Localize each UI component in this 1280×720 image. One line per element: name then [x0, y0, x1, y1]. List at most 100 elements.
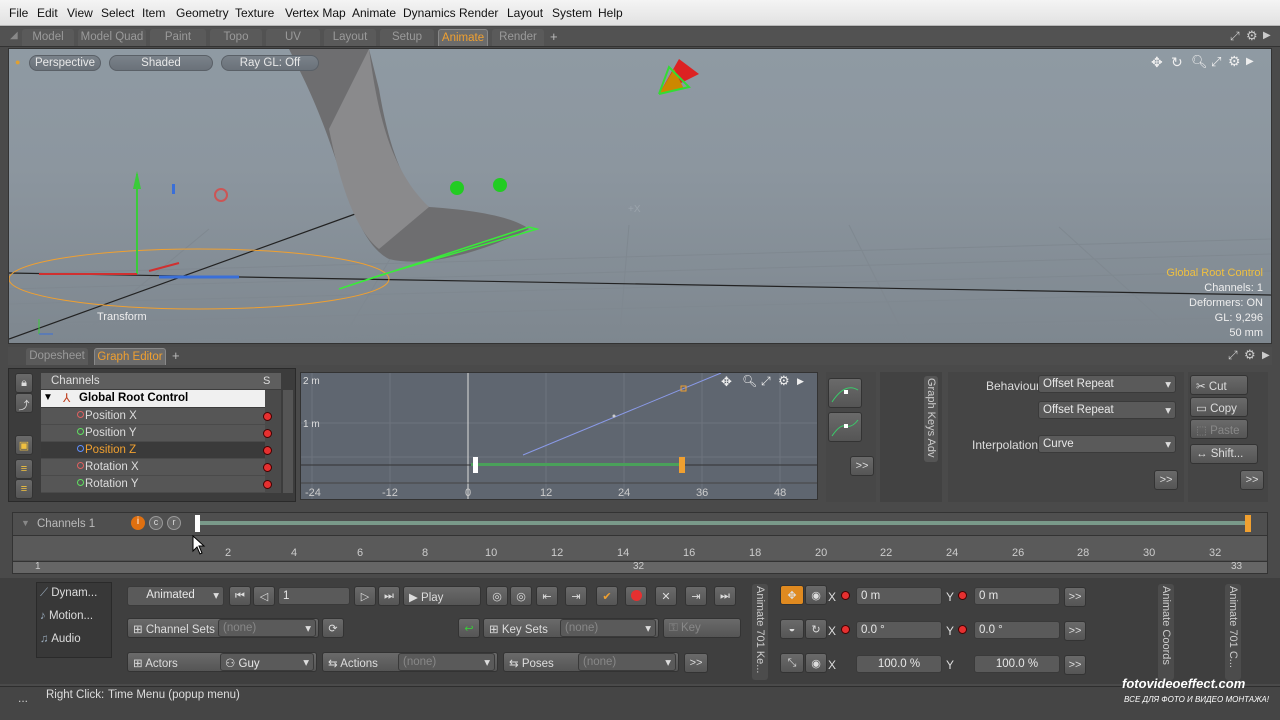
menu-help[interactable]: Help: [598, 6, 623, 20]
key-button[interactable]: ⚿ Key: [663, 618, 741, 638]
prev-frame-icon[interactable]: ◁: [253, 586, 275, 606]
rotate-view-icon[interactable]: ↻: [1171, 54, 1183, 71]
rotation-x-field[interactable]: 0.0 °: [856, 621, 942, 639]
tab-setup[interactable]: Setup: [380, 29, 434, 46]
scale-tool-icon[interactable]: ⤡: [780, 653, 804, 673]
delete-key-icon[interactable]: ✕: [655, 586, 677, 606]
raygl-toggle[interactable]: Ray GL: Off: [221, 55, 319, 71]
status-dots[interactable]: ...: [18, 691, 28, 705]
props-more-button[interactable]: >>: [1154, 470, 1178, 490]
key-indicator[interactable]: [263, 412, 272, 421]
tab-topo[interactable]: Topo: [210, 29, 262, 46]
end-key[interactable]: [1245, 515, 1251, 532]
rotation-tool-icon[interactable]: ◒: [780, 619, 804, 639]
menu-vertex-map[interactable]: Vertex Map: [285, 6, 346, 20]
dynamics-button[interactable]: ⟋ Dynam...: [40, 587, 97, 600]
poses-dropdown[interactable]: (none): [578, 653, 676, 671]
channels-scrollbar[interactable]: [283, 390, 293, 493]
menu-system[interactable]: System: [552, 6, 592, 20]
pos-more-button[interactable]: >>: [1064, 587, 1086, 607]
arrow-right-icon[interactable]: ▶: [1262, 350, 1270, 361]
next-frame-icon[interactable]: ▷: [354, 586, 376, 606]
key-indicator[interactable]: [263, 480, 272, 489]
viewport-gear-icon[interactable]: ⚙: [1228, 53, 1241, 70]
shading-dropdown[interactable]: Shaded: [109, 55, 213, 71]
viewport-menu-icon[interactable]: ●: [15, 57, 20, 67]
3d-viewport[interactable]: ● Perspective Shaded Ray GL: Off Transfo…: [8, 48, 1272, 344]
key-indicator[interactable]: [263, 463, 272, 472]
list-alt-icon[interactable]: ≡: [15, 479, 33, 499]
auto-slope-icon[interactable]: [828, 378, 862, 408]
play-button[interactable]: ▶ Play: [403, 586, 481, 606]
scale-x-field[interactable]: 100.0 %: [856, 655, 942, 673]
graph-more-icon[interactable]: ▶: [797, 376, 804, 387]
fit-graph-icon[interactable]: ⤢: [761, 374, 771, 389]
key-indicator[interactable]: [263, 429, 272, 438]
motion-button[interactable]: ♪ Motion...: [40, 610, 93, 622]
paste-button[interactable]: ⬚ Paste: [1190, 419, 1248, 439]
move-graph-icon[interactable]: ✥: [721, 374, 732, 390]
key-sets-dropdown[interactable]: (none): [560, 619, 656, 637]
record-icon[interactable]: [625, 586, 647, 606]
menu-geometry[interactable]: Geometry: [176, 6, 229, 20]
position-key-icon[interactable]: ◉: [805, 585, 827, 605]
tab-dopesheet[interactable]: Dopesheet: [26, 348, 88, 365]
channel-row-selected[interactable]: Position Z: [41, 442, 265, 459]
position-x-field[interactable]: 0 m: [856, 587, 942, 605]
perspective-dropdown[interactable]: Perspective: [29, 55, 101, 71]
channel-row[interactable]: Position Y: [41, 425, 265, 442]
scl-more-button[interactable]: >>: [1064, 655, 1086, 675]
key-sets-apply-icon[interactable]: ↩: [458, 618, 480, 638]
graph-gear-icon[interactable]: ⚙: [778, 373, 790, 389]
add-tab-icon[interactable]: +: [172, 348, 180, 363]
zoom-graph-icon[interactable]: 🔍︎: [742, 374, 757, 388]
channel-sets-dropdown[interactable]: (none): [218, 619, 316, 637]
leg-mesh[interactable]: [289, 49, 529, 262]
expand-arrow-icon[interactable]: ▼: [43, 392, 53, 403]
scale-y-field[interactable]: 100.0 %: [974, 655, 1060, 673]
maximize-icon[interactable]: ⤢: [1230, 29, 1240, 44]
rotation-key-icon[interactable]: ↻: [805, 619, 827, 639]
pos-y-key-dot[interactable]: [958, 591, 967, 600]
tab-layout[interactable]: Layout: [324, 29, 376, 46]
behaviour-post-dropdown[interactable]: Offset Repeat: [1038, 401, 1176, 419]
start-key[interactable]: [195, 515, 200, 532]
key-mode-icon[interactable]: ◎: [510, 586, 532, 606]
add-tab-icon[interactable]: +: [550, 29, 558, 44]
cut-button[interactable]: ✂ Cut: [1190, 375, 1248, 395]
bottom-more-button[interactable]: >>: [684, 653, 708, 673]
animated-dropdown[interactable]: Animated: [127, 586, 224, 606]
collapse-arrow-icon[interactable]: ▼: [21, 518, 30, 528]
actor-dropdown[interactable]: ⚇ Guy: [220, 653, 314, 671]
rot-x-key-dot[interactable]: [841, 625, 850, 634]
info-icon[interactable]: i: [131, 516, 145, 530]
move-view-icon[interactable]: ✥: [1151, 54, 1163, 71]
lock-icon[interactable]: 🔒︎: [15, 373, 33, 393]
auto-key-icon[interactable]: ◎: [486, 586, 508, 606]
position-y-field[interactable]: 0 m: [974, 587, 1060, 605]
channel-row[interactable]: Rotation Y: [41, 476, 265, 493]
tab-render[interactable]: Render: [492, 29, 544, 46]
menu-animate[interactable]: Animate: [352, 6, 396, 20]
channel-filter-icon[interactable]: ▣: [15, 435, 33, 455]
set-key-icon[interactable]: ✔: [596, 586, 618, 606]
menu-layout[interactable]: Layout: [507, 6, 543, 20]
copy-button[interactable]: ▭ Copy: [1190, 397, 1248, 417]
channel-row[interactable]: Rotation X: [41, 459, 265, 476]
fit-view-icon[interactable]: ⤢: [1211, 54, 1221, 70]
rot-y-key-dot[interactable]: [958, 625, 967, 634]
menu-edit[interactable]: Edit: [37, 6, 58, 20]
animate-701-c-tab[interactable]: Animate 701 C...: [1225, 584, 1241, 680]
jump-next-icon[interactable]: ⇥: [685, 586, 707, 606]
tab-model-quad[interactable]: Model Quad: [78, 29, 146, 46]
tab-animate[interactable]: Animate: [438, 29, 488, 46]
pos-x-key-dot[interactable]: [841, 591, 850, 600]
viewport-more-icon[interactable]: ▶: [1246, 56, 1254, 67]
tab-model[interactable]: Model: [22, 29, 74, 46]
list-icon[interactable]: ≡: [15, 459, 33, 479]
slope-more-button[interactable]: >>: [850, 456, 874, 476]
graph-keys-adv-tab[interactable]: Graph Keys Adv: [924, 376, 938, 462]
channel-sets-action-icon[interactable]: ⟳: [322, 618, 344, 638]
gear-icon[interactable]: ⚙: [1244, 347, 1256, 363]
prev-key-icon[interactable]: ⇤: [536, 586, 558, 606]
